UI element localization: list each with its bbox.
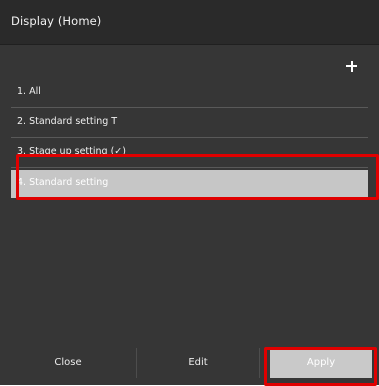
plus-icon-stem — [350, 60, 353, 72]
apply-button[interactable]: Apply — [270, 348, 372, 378]
dialog-title: Display (Home) — [11, 14, 102, 28]
setting-item-stage-up-setting[interactable]: 3. Stage up setting (✓) — [11, 138, 368, 168]
setting-item-label: 1. All — [17, 86, 41, 97]
setting-item-standard-setting-t[interactable]: 2. Standard setting T — [11, 108, 368, 138]
footer-divider — [259, 348, 260, 378]
setting-list: 1. All 2. Standard setting T 3. Stage up… — [11, 78, 368, 198]
setting-item-standard-setting[interactable]: 4. Standard setting — [11, 170, 368, 198]
add-setting-button[interactable] — [340, 55, 364, 77]
close-button[interactable]: Close — [0, 344, 136, 382]
title-bar: Display (Home) — [0, 0, 379, 45]
edit-button[interactable]: Edit — [137, 344, 259, 382]
setting-item-label: 4. Standard setting — [17, 177, 109, 188]
dialog-footer: Close Edit Apply — [0, 344, 379, 385]
display-home-dialog: Display (Home) 1. All 2. Standard settin… — [0, 0, 379, 386]
setting-item-all[interactable]: 1. All — [11, 78, 368, 108]
setting-item-label: 3. Stage up setting (✓) — [17, 146, 126, 157]
setting-item-label: 2. Standard setting T — [17, 116, 118, 127]
